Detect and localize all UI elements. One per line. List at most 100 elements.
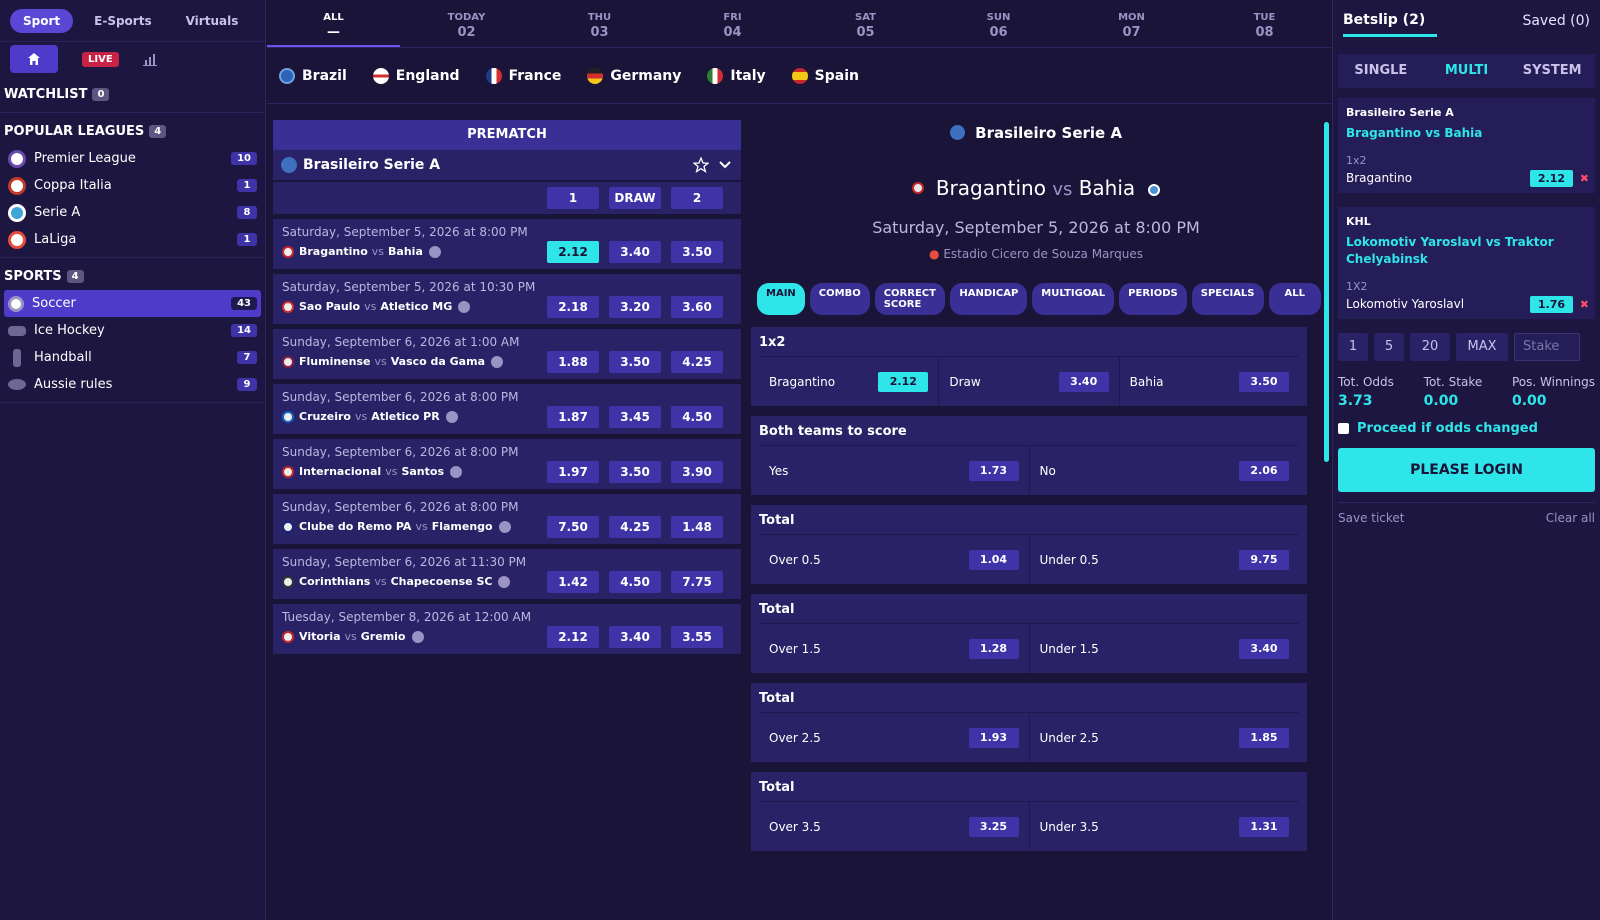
odd-draw-button[interactable]: 4.50 — [609, 571, 661, 593]
tab-virtuals[interactable]: Virtuals — [173, 9, 252, 33]
market-outcome[interactable]: Under 3.5 1.31 — [1030, 802, 1300, 851]
outcome-odd-button[interactable]: 9.75 — [1239, 549, 1289, 570]
sport-item-aussie-rules[interactable]: Aussie rules 9 — [0, 371, 265, 398]
market-outcome[interactable]: Over 1.5 1.28 — [759, 624, 1030, 673]
odd-home-button[interactable]: 1.42 — [547, 571, 599, 593]
market-tab-combo[interactable]: COMBO — [809, 283, 870, 315]
stake-20-button[interactable]: 20 — [1410, 333, 1450, 361]
odd-home-button[interactable]: 1.87 — [547, 406, 599, 428]
odd-home-button[interactable]: 1.97 — [547, 461, 599, 483]
tab-esports[interactable]: E-Sports — [81, 9, 164, 33]
outcome-odd-button[interactable]: 3.40 — [1058, 371, 1109, 392]
market-outcome[interactable]: Under 0.5 9.75 — [1030, 535, 1300, 584]
date-tab-mon[interactable]: MON 07 — [1065, 0, 1198, 47]
odd-away-button[interactable]: 3.60 — [671, 296, 723, 318]
odd-away-button[interactable]: 3.55 — [671, 626, 723, 648]
market-outcome[interactable]: Under 1.5 3.40 — [1030, 624, 1300, 673]
league-item-premier-league[interactable]: Premier League 10 — [0, 145, 265, 172]
market-tab-main[interactable]: MAIN — [757, 283, 805, 315]
outcome-odd-button[interactable]: 1.04 — [968, 549, 1019, 570]
sport-item-handball[interactable]: Handball 7 — [0, 344, 265, 371]
bet-match[interactable]: Bragantino vs Bahia — [1346, 125, 1587, 142]
outcome-odd-button[interactable]: 3.25 — [968, 816, 1019, 837]
outcome-odd-button[interactable]: 1.93 — [968, 727, 1019, 748]
odd-away-button[interactable]: 4.50 — [671, 406, 723, 428]
match-row[interactable]: Sunday, September 6, 2026 at 8:00 PM Club… — [273, 494, 741, 544]
league-item-laliga[interactable]: LaLiga 1 — [0, 226, 265, 253]
stake-input[interactable]: Stake — [1514, 333, 1580, 361]
market-outcome[interactable]: Under 2.5 1.85 — [1030, 713, 1300, 762]
outcome-odd-button[interactable]: 1.85 — [1239, 727, 1289, 748]
market-tab-multigoal[interactable]: MULTIGOAL — [1032, 283, 1115, 315]
stake-5-button[interactable]: 5 — [1374, 333, 1404, 361]
market-outcome[interactable]: Bahia 3.50 — [1120, 357, 1299, 406]
bet-match[interactable]: Lokomotiv Yaroslavl vs Traktor Chelyabin… — [1346, 234, 1587, 268]
proceed-odds-changed[interactable]: Proceed if odds changed — [1338, 421, 1595, 436]
odd-draw-button[interactable]: 3.50 — [609, 351, 661, 373]
outcome-odd-button[interactable]: 2.06 — [1239, 460, 1289, 481]
odd-away-button[interactable]: 3.90 — [671, 461, 723, 483]
country-brazil[interactable]: Brazil — [279, 67, 347, 84]
match-row[interactable]: Saturday, September 5, 2026 at 8:00 PM Br… — [273, 219, 741, 269]
save-ticket-link[interactable]: Save ticket — [1338, 511, 1405, 525]
stake-1-button[interactable]: 1 — [1338, 333, 1368, 361]
odd-home-button[interactable]: 2.12 — [547, 626, 599, 648]
checkbox[interactable] — [1338, 423, 1349, 434]
odd-draw-button[interactable]: 3.45 — [609, 406, 661, 428]
date-tab-fri[interactable]: FRI 04 — [666, 0, 799, 47]
date-tab-tue[interactable]: TUE 08 — [1198, 0, 1331, 47]
stake-max-button[interactable]: MAX — [1456, 333, 1508, 361]
market-tab-handicap[interactable]: HANDICAP — [950, 283, 1028, 315]
match-row[interactable]: Sunday, September 6, 2026 at 11:30 PM Cor… — [273, 549, 741, 599]
market-outcome[interactable]: Bragantino 2.12 — [759, 357, 940, 406]
date-tab-all[interactable]: ALL — — [267, 0, 400, 47]
market-outcome[interactable]: Over 3.5 3.25 — [759, 802, 1030, 851]
date-tab-today[interactable]: TODAY 02 — [400, 0, 533, 47]
outcome-odd-button[interactable]: 2.12 — [878, 371, 929, 392]
odd-home-button[interactable]: 1.88 — [547, 351, 599, 373]
live-button[interactable]: LIVE — [82, 51, 119, 67]
match-row[interactable]: Sunday, September 6, 2026 at 1:00 AM Flum… — [273, 329, 741, 379]
outcome-odd-button[interactable]: 3.40 — [1239, 638, 1289, 659]
odd-draw-button[interactable]: 3.20 — [609, 296, 661, 318]
bet-type-system[interactable]: SYSTEM — [1509, 54, 1595, 88]
league-header[interactable]: Brasileiro Serie A — [273, 150, 741, 180]
close-icon[interactable]: ✖ — [1580, 172, 1589, 185]
outcome-odd-button[interactable]: 1.31 — [1239, 816, 1289, 837]
league-item-serie-a[interactable]: Serie A 8 — [0, 199, 265, 226]
league-item-coppa-italia[interactable]: Coppa Italia 1 — [0, 172, 265, 199]
bet-type-multi[interactable]: MULTI — [1424, 54, 1510, 88]
market-tab-all[interactable]: ALL — [1268, 283, 1321, 315]
date-tab-sat[interactable]: SAT 05 — [799, 0, 932, 47]
saved-tab[interactable]: Saved (0) — [1522, 13, 1590, 29]
market-tab-correct-score[interactable]: CORRECT SCORE — [874, 283, 946, 315]
market-outcome[interactable]: Over 0.5 1.04 — [759, 535, 1030, 584]
clear-all-link[interactable]: Clear all — [1546, 511, 1595, 525]
odd-draw-button[interactable]: 3.40 — [609, 241, 661, 263]
country-spain[interactable]: Spain — [791, 67, 859, 84]
outcome-odd-button[interactable]: 3.50 — [1238, 371, 1289, 392]
odd-away-button[interactable]: 3.50 — [671, 241, 723, 263]
odd-draw-button[interactable]: 4.25 — [609, 516, 661, 538]
sport-item-ice-hockey[interactable]: Ice Hockey 14 — [0, 317, 265, 344]
odd-away-button[interactable]: 7.75 — [671, 571, 723, 593]
home-button[interactable] — [10, 45, 58, 73]
date-tab-sun[interactable]: SUN 06 — [932, 0, 1065, 47]
country-france[interactable]: France — [485, 67, 561, 84]
market-outcome[interactable]: Over 2.5 1.93 — [759, 713, 1030, 762]
close-icon[interactable]: ✖ — [1580, 298, 1589, 311]
country-italy[interactable]: Italy — [707, 67, 766, 84]
sport-item-soccer[interactable]: Soccer 43 — [4, 290, 261, 317]
odd-away-button[interactable]: 1.48 — [671, 516, 723, 538]
market-tab-specials[interactable]: SPECIALS — [1191, 283, 1264, 315]
match-row[interactable]: Sunday, September 6, 2026 at 8:00 PM Cruz… — [273, 384, 741, 434]
country-england[interactable]: England — [372, 67, 460, 84]
outcome-odd-button[interactable]: 1.73 — [968, 460, 1019, 481]
bet-type-single[interactable]: SINGLE — [1338, 54, 1424, 88]
odd-home-button[interactable]: 2.12 — [547, 241, 599, 263]
stats-icon[interactable] — [142, 52, 157, 66]
market-outcome[interactable]: No 2.06 — [1030, 446, 1300, 495]
watchlist-header[interactable]: WATCHLIST 0 — [0, 80, 265, 108]
market-outcome[interactable]: Yes 1.73 — [759, 446, 1030, 495]
odd-draw-button[interactable]: 3.50 — [609, 461, 661, 483]
